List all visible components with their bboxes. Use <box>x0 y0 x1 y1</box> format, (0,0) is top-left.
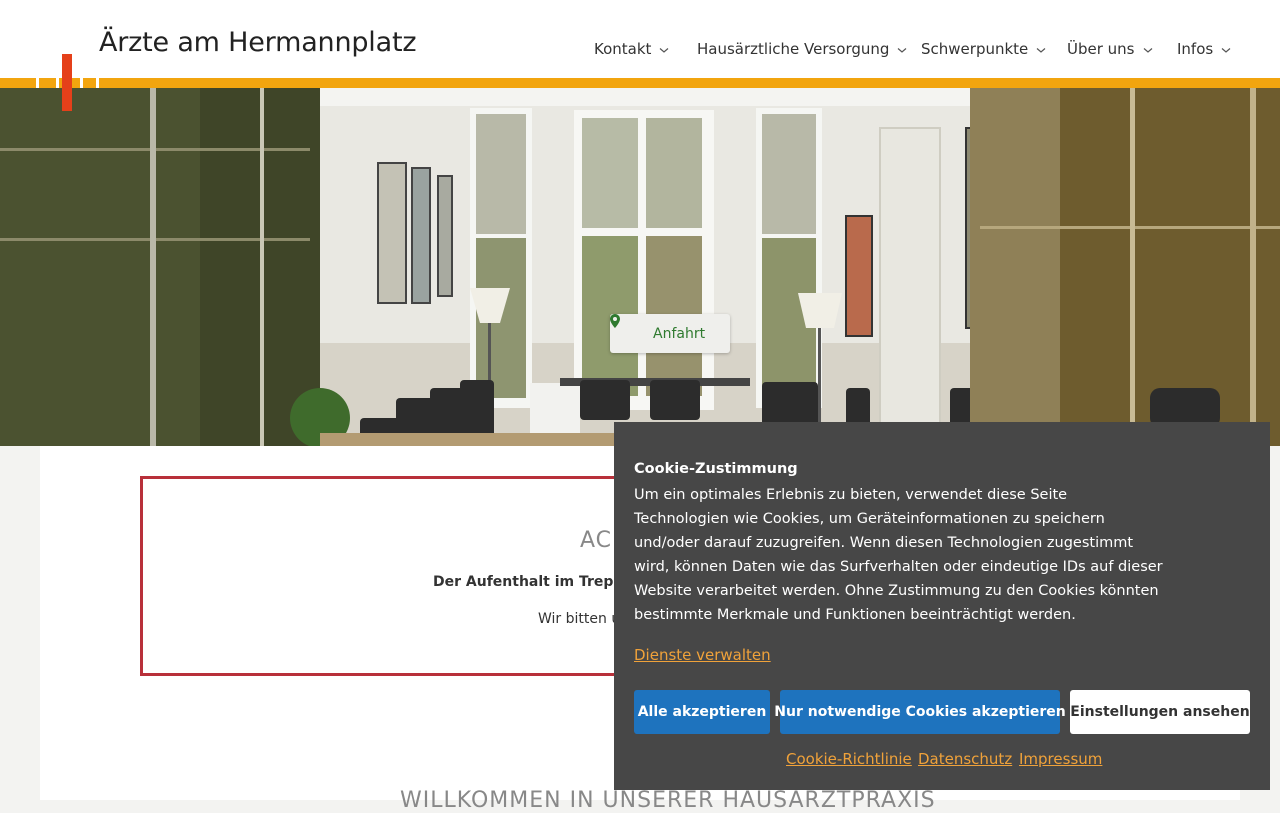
manage-services-link[interactable]: Dienste verwalten <box>634 646 771 664</box>
nav-item-schwerpunkte[interactable]: Schwerpunkte <box>921 40 1046 58</box>
nav-item-label: Hausärztliche Versorgung <box>697 40 890 58</box>
logo-bar <box>96 78 99 88</box>
accept-all-button[interactable]: Alle akzeptieren <box>634 690 770 734</box>
waiting-room-photo <box>0 88 1280 446</box>
nav-item-kontakt[interactable]: Kontakt <box>594 40 669 58</box>
accept-necessary-button[interactable]: Nur notwendige Cookies akzeptieren <box>774 690 1066 734</box>
cookie-banner: Cookie-Zustimmung Um ein optimales Erleb… <box>614 422 1270 790</box>
nav-item-label: Infos <box>1177 40 1214 58</box>
chevron-down-icon <box>1036 45 1046 55</box>
anfahrt-label: Anfahrt <box>653 325 706 342</box>
chevron-down-icon <box>1221 45 1231 55</box>
chevron-down-icon <box>1143 45 1153 55</box>
nav-item-infos[interactable]: Infos <box>1177 40 1231 58</box>
cookie-body: Um ein optimales Erlebnis zu bieten, ver… <box>634 487 1163 623</box>
nav-item-label: Kontakt <box>594 40 652 58</box>
cookie-title: Cookie-Zustimmung <box>634 461 798 477</box>
nav-item-hausaerztliche-versorgung[interactable]: Hausärztliche Versorgung <box>697 40 907 58</box>
view-settings-button[interactable]: Einstellungen ansehen <box>1070 690 1250 734</box>
header-accent-band <box>0 78 1280 88</box>
main-nav: Kontakt Hausärztliche Versorgung Schwerp… <box>0 40 1280 60</box>
anfahrt-button[interactable]: Anfahrt <box>610 314 730 353</box>
imprint-link[interactable]: Impressum <box>1019 750 1102 768</box>
logo-mark[interactable] <box>36 54 100 114</box>
logo-bar <box>36 78 39 88</box>
chevron-down-icon <box>897 45 907 55</box>
logo-bar <box>80 78 83 88</box>
privacy-link[interactable]: Datenschutz <box>918 750 1012 768</box>
chevron-down-icon <box>659 45 669 55</box>
notice-text-bold: Der Aufenthalt im Treppe <box>433 574 633 590</box>
logo-bar <box>56 78 59 88</box>
cookie-footer-links: Cookie-Richtlinie Datenschutz Impressum <box>614 750 1270 770</box>
cookie-policy-link[interactable]: Cookie-Richtlinie <box>786 750 912 768</box>
welcome-heading: WILLKOMMEN IN UNSERER HAUSARZTPRAXIS <box>400 788 936 813</box>
notice-text: Wir bitten u <box>538 611 621 627</box>
hero-image: Anfahrt <box>0 88 1280 446</box>
logo-red-bar <box>62 54 72 111</box>
site-header: Ärzte am Hermannplatz Kontakt Hausärztli… <box>0 0 1280 78</box>
nav-item-label: Über uns <box>1067 40 1135 58</box>
nav-item-label: Schwerpunkte <box>921 40 1029 58</box>
nav-item-ueber-uns[interactable]: Über uns <box>1067 40 1153 58</box>
map-marker-icon <box>610 314 644 341</box>
